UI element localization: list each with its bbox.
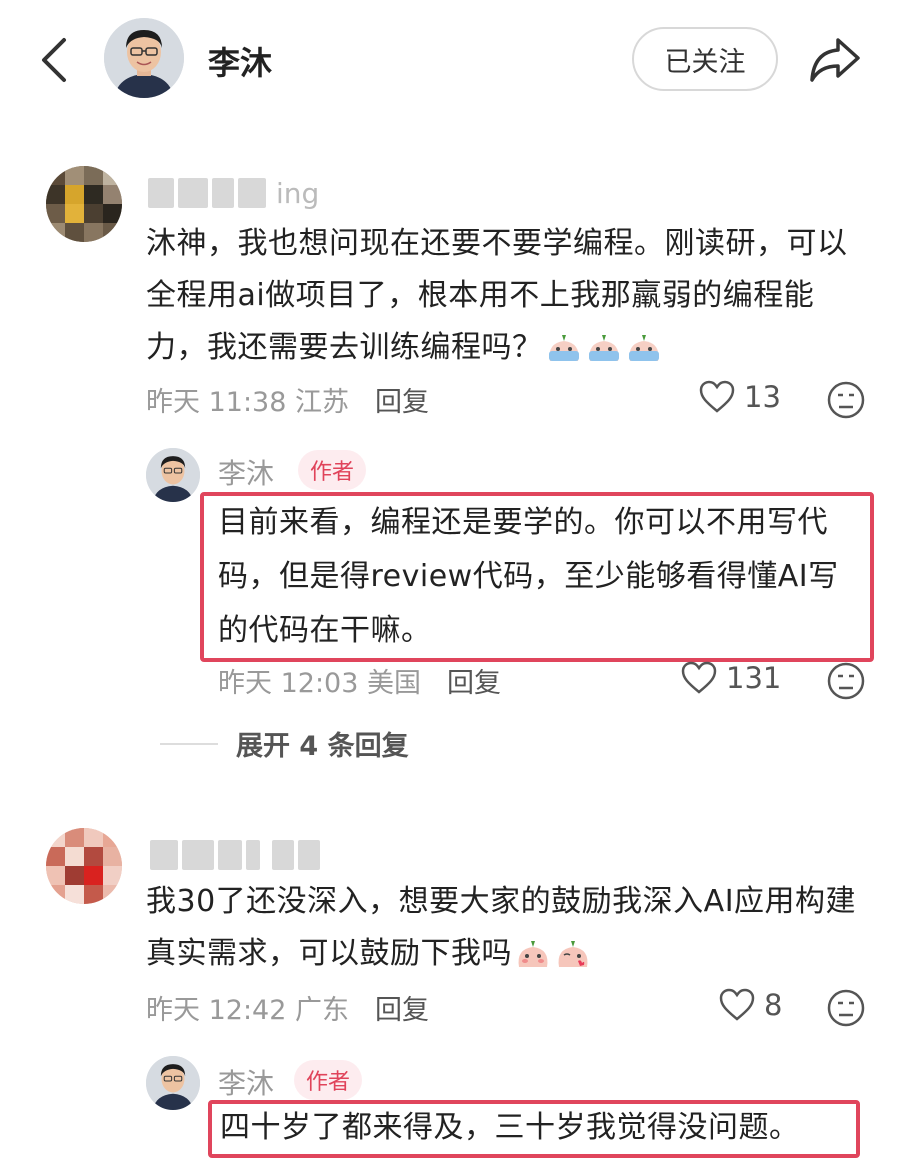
follow-button[interactable]: 已关注 (632, 27, 778, 91)
reply-location: 美国 (367, 668, 421, 699)
author-reply-text: 目前来看，编程还是要学的。你可以不用写代码，但是得review代码，至少能够看得… (218, 505, 839, 648)
author-avatar[interactable] (104, 18, 184, 98)
author-tag: 作者 (294, 1060, 363, 1100)
author-reply-text: 四十岁了都来得及，三十岁我觉得没问题。 (220, 1110, 800, 1145)
reply-button[interactable]: 回复 (375, 380, 429, 419)
crying-emoji-icon (545, 328, 583, 362)
shy-emoji-icon (514, 934, 552, 968)
commenter-avatar-blurred[interactable] (46, 166, 122, 242)
like-count: 13 (744, 380, 781, 414)
author-reply-avatar[interactable] (146, 1056, 200, 1110)
reply-time: 昨天 12:03 (218, 668, 359, 699)
comment-text: 我30了还没深入，想要大家的鼓励我深入AI应用构建真实需求，可以鼓励下我吗 (146, 876, 866, 980)
commenter-name-visible: ing (276, 176, 320, 210)
author-name[interactable]: 李沐 (208, 38, 272, 84)
back-arrow-icon[interactable] (36, 36, 76, 84)
comment-time: 昨天 11:38 (146, 387, 287, 418)
like-button[interactable]: 13 (698, 380, 781, 414)
comment-location: 江苏 (295, 387, 349, 418)
heart-icon (681, 661, 717, 694)
expand-replies-label: 展开 4 条回复 (236, 731, 409, 762)
crying-emoji-icon (585, 328, 623, 362)
reply-meta: 昨天 12:03 美国 回复 (218, 661, 501, 700)
author-reply-name[interactable]: 李沐 (218, 452, 274, 492)
comment-location: 广东 (295, 995, 349, 1026)
reply-button[interactable]: 回复 (447, 661, 501, 700)
kiss-emoji-icon (554, 934, 592, 968)
like-button[interactable]: 131 (680, 661, 781, 695)
commenter-name-blurred[interactable] (150, 838, 320, 872)
comment-text-content: 沐神，我也想问现在还要不要学编程。刚读研，可以全程用ai做项目了，根本用不上我那… (146, 226, 848, 365)
author-tag: 作者 (298, 450, 367, 490)
like-count: 8 (764, 988, 783, 1022)
expand-replies[interactable]: 展开 4 条回复 (160, 724, 409, 763)
heart-icon (719, 988, 755, 1021)
crying-emoji-icon (625, 328, 663, 362)
dislike-face-icon[interactable] (826, 380, 866, 420)
share-icon[interactable] (806, 34, 862, 84)
comment-text-content: 我30了还没深入，想要大家的鼓励我深入AI应用构建真实需求，可以鼓励下我吗 (146, 884, 857, 971)
like-count: 131 (726, 661, 782, 695)
comment-meta: 昨天 12:42 广东 回复 (146, 988, 429, 1027)
commenter-avatar-blurred[interactable] (46, 828, 122, 904)
heart-icon (699, 380, 735, 413)
divider (160, 742, 218, 745)
top-bar: 李沐 已关注 (0, 0, 900, 120)
reply-button[interactable]: 回复 (375, 988, 429, 1027)
commenter-name-blurred[interactable]: ing (148, 176, 319, 210)
dislike-face-icon[interactable] (826, 661, 866, 701)
comment-text: 沐神，我也想问现在还要不要学编程。刚读研，可以全程用ai做项目了，根本用不上我那… (146, 218, 866, 374)
like-button[interactable]: 8 (718, 988, 782, 1022)
dislike-face-icon[interactable] (826, 988, 866, 1028)
author-reply-avatar[interactable] (146, 448, 200, 502)
author-reply-name[interactable]: 李沐 (218, 1062, 274, 1102)
comment-time: 昨天 12:42 (146, 995, 287, 1026)
comment-meta: 昨天 11:38 江苏 回复 (146, 380, 429, 419)
